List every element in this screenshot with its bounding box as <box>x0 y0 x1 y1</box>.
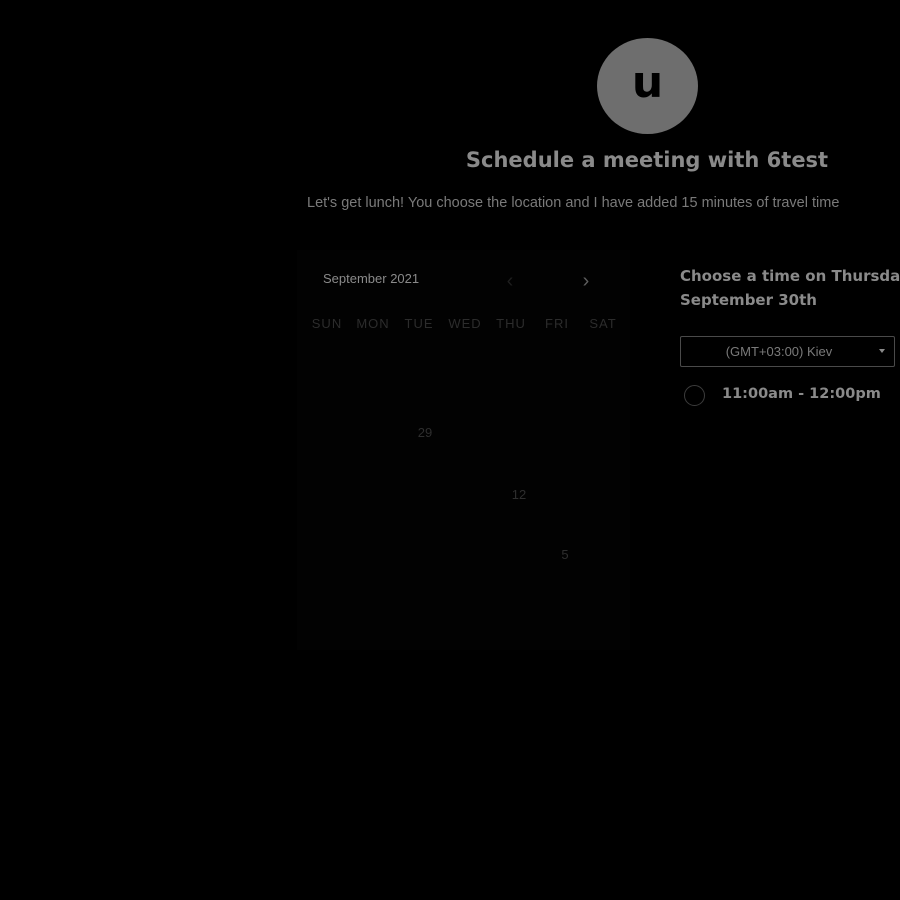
chevron-left-icon[interactable]: ‹ <box>500 271 520 294</box>
timezone-value: (GMT+03:00) Kiev <box>725 344 833 359</box>
calendar-day[interactable]: 12 <box>502 483 536 507</box>
calendar-weekday-header: SUN MON TUE WED THU FRI SAT <box>305 316 625 331</box>
calendar: September 2021 ‹ › SUN MON TUE WED THU F… <box>297 250 630 650</box>
calendar-month-label: September 2021 <box>323 271 420 286</box>
weekday-thu: THU <box>496 316 526 331</box>
timezone-select[interactable]: (GMT+03:00) Kiev <box>680 336 895 367</box>
time-picker-heading-line2: September 30th <box>680 291 817 309</box>
weekday-sun: SUN <box>311 316 343 331</box>
weekday-mon: MON <box>356 316 390 331</box>
page-title: Schedule a meeting with 6test <box>465 148 829 172</box>
calendar-day[interactable]: 5 <box>548 543 582 567</box>
avatar: u <box>597 38 698 134</box>
caret-down-icon <box>879 349 885 353</box>
weekday-sat: SAT <box>589 316 617 331</box>
weekday-fri: FRI <box>545 316 569 331</box>
radio-button[interactable] <box>684 385 705 406</box>
time-picker-heading-line1: Choose a time on Thursday, <box>680 267 900 285</box>
booking-page: u Schedule a meeting with 6test Let's ge… <box>0 0 900 900</box>
time-slot-label: 11:00am - 12:00pm <box>722 386 881 402</box>
meeting-description: Let's get lunch! You choose the location… <box>307 195 840 211</box>
weekday-wed: WED <box>448 316 482 331</box>
calendar-day[interactable]: 29 <box>408 421 442 445</box>
time-picker-heading: Choose a time on Thursday, September 30t… <box>680 264 900 312</box>
chevron-right-icon[interactable]: › <box>576 271 596 294</box>
weekday-tue: TUE <box>404 316 434 331</box>
time-slot-option[interactable]: 11:00am - 12:00pm <box>684 384 900 410</box>
